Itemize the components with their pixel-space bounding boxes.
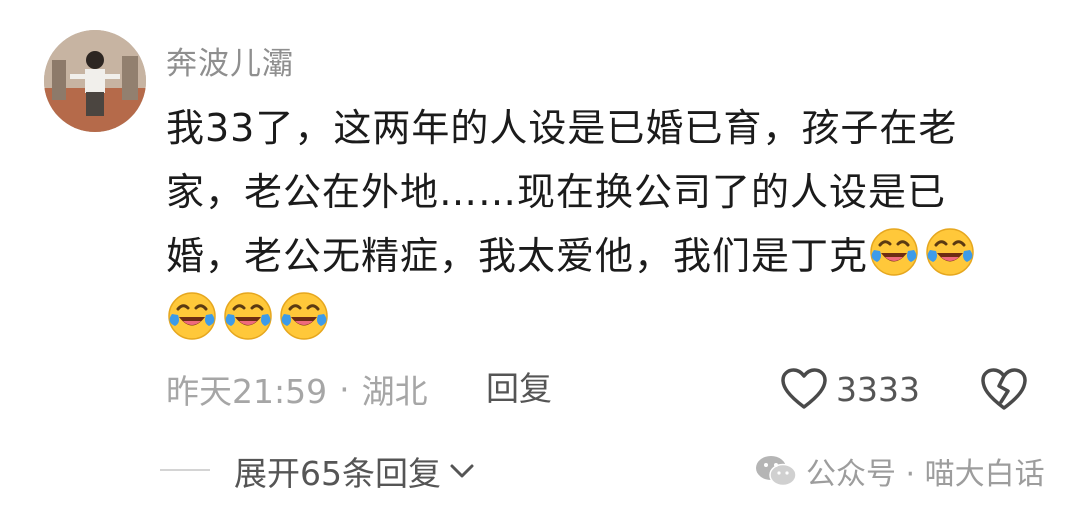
broken-heart-icon	[981, 368, 1027, 410]
comment-line-2: 家，老公在外地……现在换公司了的人设是已	[166, 170, 947, 214]
comment-line-3: 婚，老公无精症，我太爱他，我们是丁克	[166, 224, 1036, 288]
laughing-crying-emoji-icon	[222, 290, 274, 342]
wechat-icon	[756, 456, 797, 487]
username[interactable]: 奔波儿灞	[166, 38, 294, 83]
like-button[interactable]: 3333	[780, 364, 920, 414]
comment-meta: 昨天21:59 · 湖北	[166, 364, 428, 414]
like-count: 3333	[836, 369, 920, 409]
comment-time: 昨天21:59	[166, 372, 328, 411]
expand-replies-label: 展开65条回复	[234, 454, 441, 493]
dislike-button[interactable]	[980, 366, 1028, 412]
reply-button[interactable]: 回复	[486, 364, 552, 414]
laughing-crying-emoji-icon	[868, 226, 920, 278]
avatar[interactable]	[44, 30, 146, 132]
comment-line-1: 我33了，这两年的人设是已婚已育，孩子在老	[166, 106, 958, 150]
laughing-crying-emoji-icon	[278, 290, 330, 342]
meta-separator: ·	[339, 369, 350, 409]
chevron-down-icon	[450, 464, 474, 478]
laughing-crying-emoji-icon	[924, 226, 976, 278]
comment-line-4	[166, 288, 1036, 352]
watermark: 公众号 · 喵大白话	[754, 446, 1045, 496]
comment-line-3-text: 婚，老公无精症，我太爱他，我们是丁克	[166, 234, 869, 278]
laughing-crying-emoji-icon	[166, 290, 218, 342]
avatar-image	[44, 30, 146, 132]
watermark-text: 公众号 · 喵大白话	[806, 457, 1045, 492]
expand-replies-button[interactable]: 展开65条回复	[234, 446, 475, 496]
comment-location: 湖北	[361, 372, 428, 411]
heart-icon	[781, 368, 827, 409]
comment-text: 我33了，这两年的人设是已婚已育，孩子在老 家，老公在外地……现在换公司了的人设…	[166, 96, 1036, 352]
thread-divider	[160, 469, 210, 471]
